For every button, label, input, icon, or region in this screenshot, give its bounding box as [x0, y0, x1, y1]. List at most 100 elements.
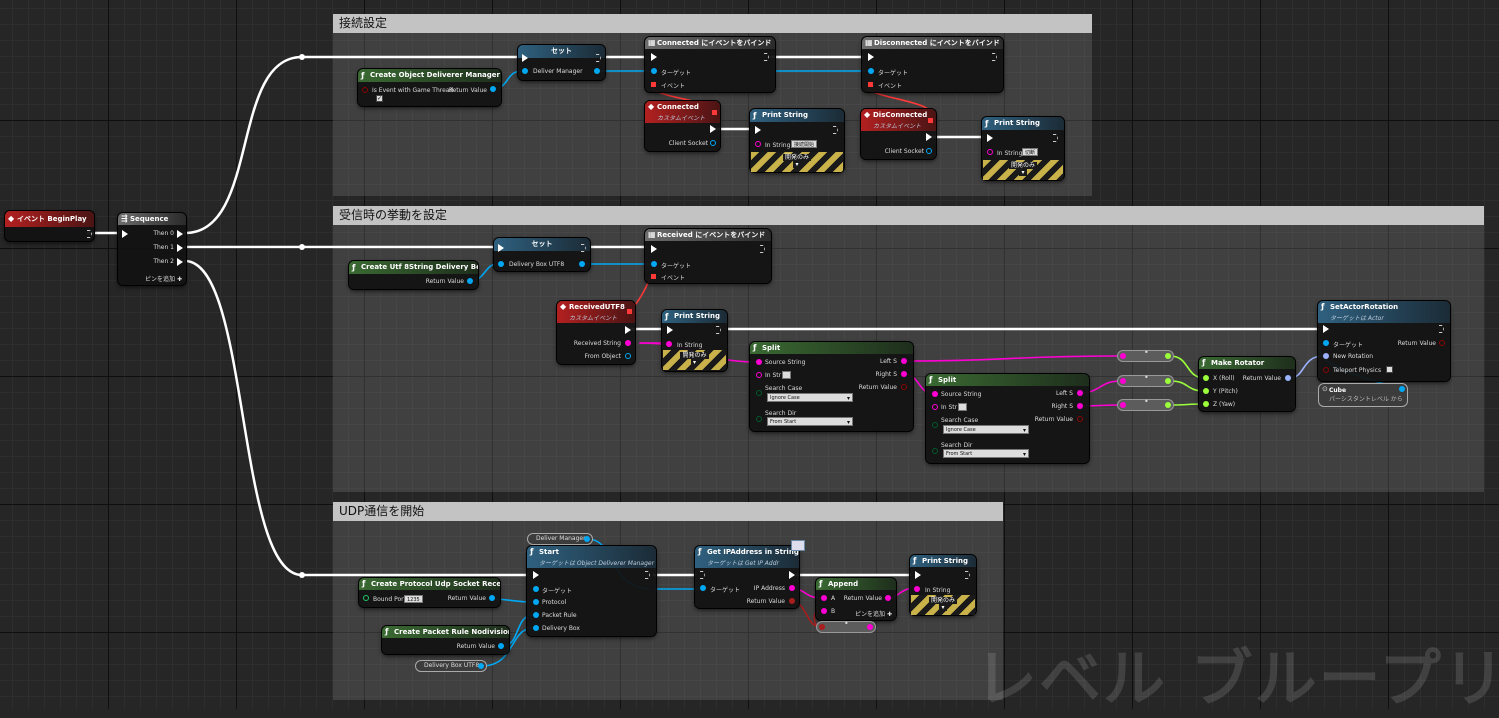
node-bind-connected[interactable]: ▦ Connected にイベントをバインド ターゲット イベント	[645, 37, 775, 92]
add-pin-button[interactable]: ピンを追加 ✚	[145, 274, 182, 283]
in-string-input[interactable]: 接続開始	[791, 140, 818, 148]
exec-in-pin[interactable]	[498, 244, 504, 252]
deliver-manager-variable[interactable]: Deliver Manager	[527, 533, 593, 545]
return-value-pin[interactable]	[467, 278, 473, 284]
source-string-pin[interactable]	[756, 359, 762, 365]
client-socket-pin[interactable]	[710, 140, 716, 146]
client-socket-pin[interactable]	[926, 148, 932, 154]
packet-rule-pin[interactable]	[533, 612, 539, 618]
then1-pin[interactable]	[177, 244, 183, 252]
exec-out-pin[interactable]	[1053, 134, 1058, 142]
search-case-pin[interactable]	[932, 422, 938, 428]
target-pin[interactable]	[651, 68, 657, 74]
delegate-pin[interactable]	[712, 110, 717, 115]
exec-in-pin[interactable]	[700, 571, 705, 579]
conversion-node-2[interactable]: •	[1117, 373, 1174, 387]
search-case-pin[interactable]	[756, 390, 762, 396]
return-value-pin[interactable]	[498, 643, 504, 649]
conv-in-pin[interactable]	[1120, 402, 1126, 408]
reroute-dot[interactable]	[299, 54, 305, 60]
in-str-pin[interactable]	[932, 404, 938, 410]
exec-in-pin[interactable]	[651, 245, 657, 253]
node-print-string-3[interactable]: ƒ Print String In String 開発のみ ▾	[662, 310, 727, 371]
b-pin[interactable]	[821, 608, 827, 614]
exec-in-pin[interactable]	[868, 53, 874, 61]
conv-in-pin[interactable]	[1120, 378, 1126, 384]
node-append[interactable]: ƒ Append A B Return Value ピンを追加 ✚	[816, 578, 896, 620]
node-start[interactable]: ƒ Start ターゲットは Object Deliverer Manager ター…	[527, 546, 656, 636]
left-s-pin[interactable]	[1077, 390, 1083, 396]
search-dir-pin[interactable]	[756, 416, 762, 422]
node-bind-disconnected[interactable]: ▦ Disconnected にイベントをバインド ターゲット イベント	[862, 37, 1003, 92]
target-pin[interactable]	[700, 585, 706, 591]
then2-pin[interactable]	[177, 258, 183, 266]
exec-in-pin[interactable]	[533, 571, 539, 579]
delivery-box-variable[interactable]: Delivery Box UTF8	[415, 660, 487, 672]
node-split-2[interactable]: ƒ Split Source String In Str Search Case …	[926, 374, 1089, 463]
conv-out-pin[interactable]	[867, 624, 873, 630]
in-str-input[interactable]	[782, 371, 791, 379]
dev-only-banner[interactable]: 開発のみ ▾	[911, 595, 975, 615]
in-string-pin[interactable]	[666, 341, 672, 347]
cube-out-pin[interactable]	[1399, 386, 1405, 392]
right-s-pin[interactable]	[901, 371, 907, 377]
bound-port-pin[interactable]	[363, 595, 369, 601]
node-print-string-4[interactable]: ƒ Print String In String 開発のみ ▾	[910, 555, 976, 615]
reroute-dot[interactable]	[299, 244, 305, 250]
return-value-pin[interactable]	[789, 598, 795, 604]
bound-port-input[interactable]: 1235	[404, 595, 423, 603]
received-string-pin[interactable]	[625, 340, 631, 346]
exec-out-pin[interactable]	[716, 326, 721, 334]
exec-in-pin[interactable]	[651, 53, 657, 61]
exec-in-pin[interactable]	[755, 126, 761, 134]
return-value-pin[interactable]	[489, 595, 495, 601]
in-string-pin[interactable]	[914, 586, 920, 592]
node-print-string-2[interactable]: ƒ Print String In String 切断 開発のみ ▾	[982, 117, 1064, 180]
exec-out-pin[interactable]	[625, 326, 631, 334]
node-make-rotator[interactable]: ƒ Make Rotator X (Roll) Y (Pitch) Z (Yaw)…	[1199, 357, 1295, 411]
search-case-select[interactable]: Ignore Case	[767, 393, 853, 403]
a-pin[interactable]	[821, 595, 827, 601]
node-create-packet-rule[interactable]: ƒ Create Packet Rule Nodivision Return Va…	[382, 626, 509, 654]
deliver-manager-out-pin[interactable]	[594, 68, 600, 74]
exec-in-pin[interactable]	[667, 326, 673, 334]
x-pin[interactable]	[1203, 375, 1209, 381]
dev-only-banner[interactable]: 開発のみ ▾	[983, 160, 1063, 180]
return-value-pin[interactable]	[490, 86, 496, 92]
node-create-udp-receiver[interactable]: ƒ Create Protocol Udp Socket Receiver Bou…	[359, 578, 500, 607]
exec-out-pin[interactable]	[965, 571, 970, 579]
variable-out-pin[interactable]	[584, 536, 590, 542]
conv-out-pin[interactable]	[1165, 402, 1171, 408]
in-str-pin[interactable]	[756, 372, 762, 378]
node-create-object-deliverer[interactable]: ƒ Create Object Deliverer Manager Is Even…	[358, 69, 501, 106]
in-str-input[interactable]	[958, 403, 967, 411]
return-value-pin[interactable]	[885, 595, 891, 601]
y-pin[interactable]	[1203, 388, 1209, 394]
z-pin[interactable]	[1203, 401, 1209, 407]
protocol-pin[interactable]	[533, 599, 539, 605]
cube-reference[interactable]: ⊙ Cube パーシスタントレベル から	[1318, 383, 1408, 407]
new-rotation-pin[interactable]	[1323, 353, 1329, 359]
exec-out-pin[interactable]	[992, 53, 997, 61]
node-begin-play[interactable]: ◆ イベント BeginPlay	[5, 211, 94, 241]
in-string-pin[interactable]	[755, 141, 761, 147]
exec-out-pin[interactable]	[833, 126, 838, 134]
variable-out-pin[interactable]	[478, 663, 484, 669]
in-string-pin[interactable]	[987, 149, 993, 155]
node-set-actor-rotation[interactable]: ƒ SetActorRotation ターゲットは Actor ターゲット New …	[1318, 301, 1450, 381]
right-s-pin[interactable]	[1077, 403, 1083, 409]
dev-only-banner[interactable]: 開発のみ ▾	[663, 350, 726, 370]
target-pin[interactable]	[533, 586, 539, 592]
node-event-connected[interactable]: ◆ Connected カスタムイベント Client Socket	[645, 101, 720, 151]
teleport-checkbox[interactable]	[1386, 366, 1393, 373]
event-pin[interactable]	[651, 82, 656, 87]
reroute-dot[interactable]	[299, 572, 305, 578]
exec-in-pin[interactable]	[122, 230, 128, 238]
exec-in-pin[interactable]	[1323, 325, 1329, 333]
node-split-1[interactable]: ƒ Split Source String In Str Search Case …	[750, 342, 913, 431]
conv-in-pin[interactable]	[819, 624, 825, 630]
conv-out-pin[interactable]	[1165, 353, 1171, 359]
node-sequence[interactable]: ⇶ Sequence Then 0 Then 1 Then 2 ピンを追加 ✚	[118, 213, 186, 285]
ip-address-pin[interactable]	[789, 585, 795, 591]
bool-pin[interactable]	[362, 87, 368, 93]
